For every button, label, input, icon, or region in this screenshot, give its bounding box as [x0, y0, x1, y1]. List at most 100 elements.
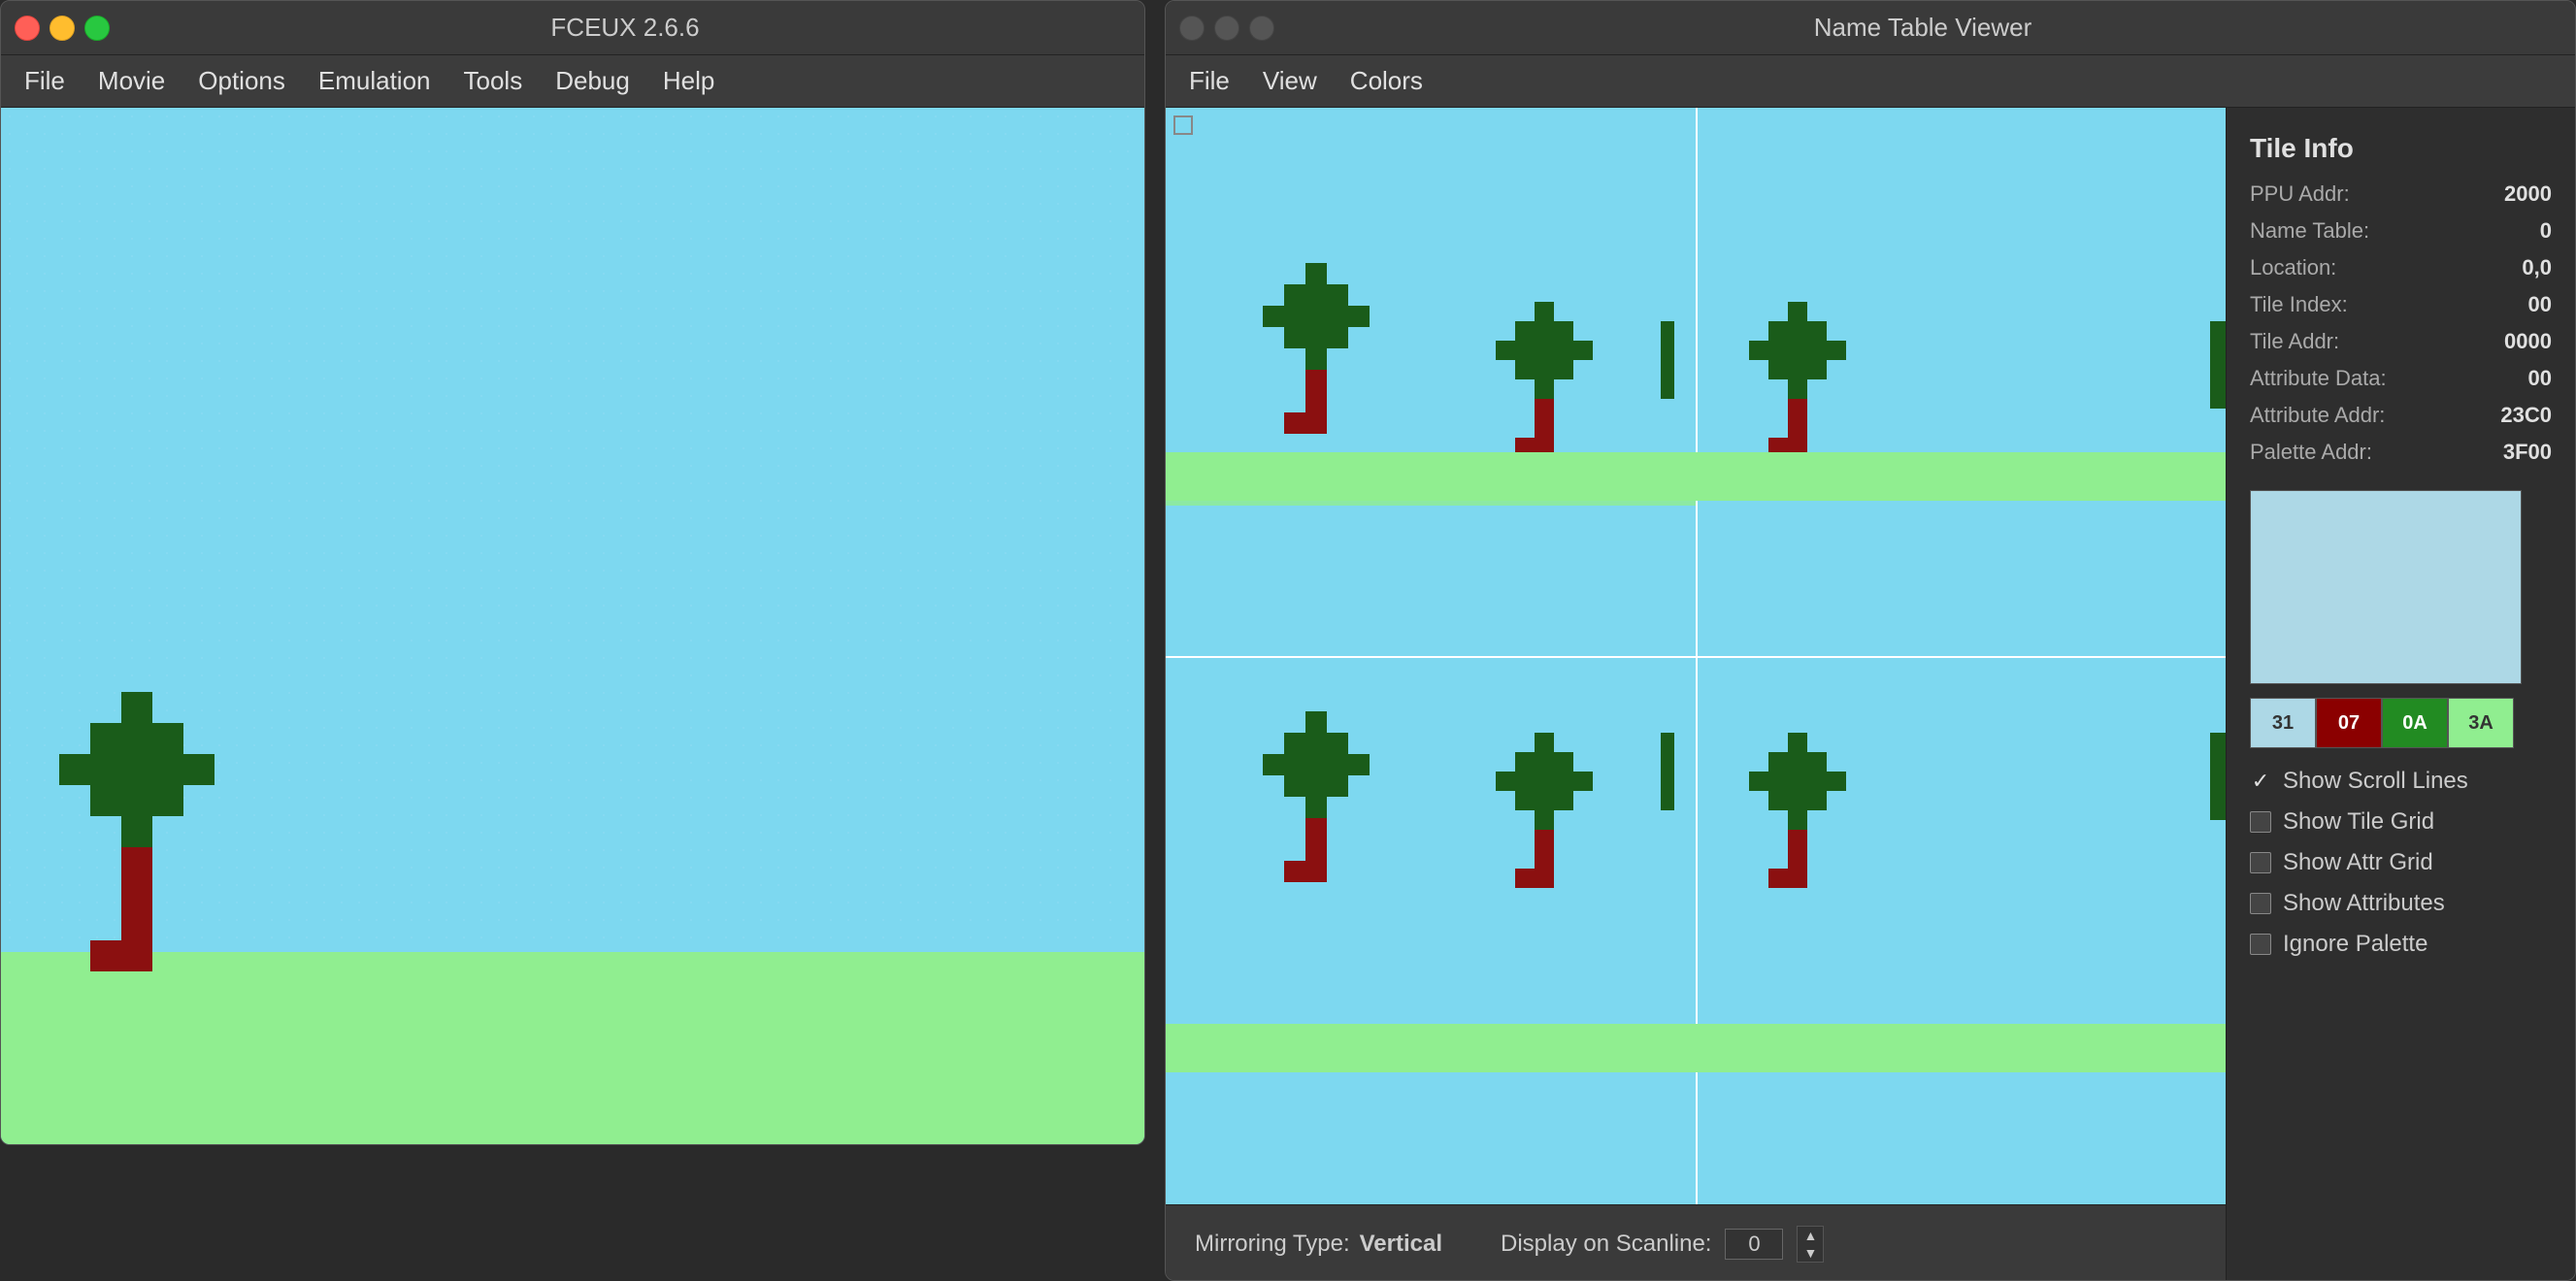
scanline-down[interactable]: ▼ — [1798, 1244, 1823, 1262]
tile-addr-row: Tile Addr: 0000 — [2250, 329, 2552, 354]
tile-addr-label: Tile Addr: — [2250, 329, 2339, 354]
nt-status-bar: Mirroring Type: Vertical Display on Scan… — [1166, 1204, 2226, 1281]
ground-strip-q3 — [1166, 1024, 1696, 1072]
mirroring-value: Vertical — [1360, 1231, 1442, 1258]
ground-strip-q1 — [1166, 452, 1696, 501]
scanline-spinner[interactable]: ▲ ▼ — [1797, 1226, 1824, 1263]
checkbox-show-attr-grid[interactable]: Show Attr Grid — [2250, 849, 2552, 876]
tile-info-title: Tile Info — [2250, 133, 2552, 164]
palette-swatches: 31 07 0A 3A — [2250, 698, 2552, 748]
cb-label-scroll-lines: Show Scroll Lines — [2283, 768, 2468, 795]
fceux-title-bar: FCEUX 2.6.6 — [1, 1, 1144, 55]
nt-horizontal-divider — [1166, 656, 2226, 658]
checkbox-ignore-palette[interactable]: Ignore Palette — [2250, 931, 2552, 958]
tree-q3-left — [1263, 711, 1370, 882]
maximize-button[interactable] — [84, 16, 110, 41]
cb-label-ignore-palette: Ignore Palette — [2283, 931, 2427, 958]
ground-strip-q2 — [1696, 452, 2226, 501]
attr-addr-label: Attribute Addr: — [2250, 403, 2385, 428]
nt-content: Mirroring Type: Vertical Display on Scan… — [1166, 108, 2575, 1281]
palette-addr-label: Palette Addr: — [2250, 440, 2372, 465]
tree-edge-q3 — [1661, 733, 1674, 810]
cb-label-attr-grid: Show Attr Grid — [2283, 849, 2433, 876]
check-icon-ignore-palette — [2250, 934, 2271, 955]
fceux-menu-bar: File Movie Options Emulation Tools Debug… — [1, 55, 1144, 108]
cb-label-attributes: Show Attributes — [2283, 890, 2445, 917]
nt-canvas-area: Mirroring Type: Vertical Display on Scan… — [1166, 108, 2226, 1281]
fceux-title: FCEUX 2.6.6 — [119, 13, 1131, 43]
nt-corner-marker — [1173, 115, 1193, 135]
location-value: 0,0 — [2522, 255, 2552, 280]
menu-movie[interactable]: Movie — [84, 60, 179, 102]
palette-addr-row: Palette Addr: 3F00 — [2250, 440, 2552, 465]
game-viewport — [1, 108, 1145, 1145]
mirroring-label: Mirroring Type: — [1195, 1231, 1350, 1258]
check-icon-attr-grid — [2250, 852, 2271, 873]
scanline-up[interactable]: ▲ — [1798, 1227, 1823, 1244]
nt-menu-view[interactable]: View — [1249, 60, 1331, 102]
attr-addr-value: 23C0 — [2500, 403, 2552, 428]
nt-canvas[interactable] — [1166, 108, 2226, 1204]
check-icon-scroll-lines: ✓ — [2250, 771, 2271, 792]
tile-index-value: 00 — [2528, 292, 2552, 317]
menu-tools[interactable]: Tools — [450, 60, 537, 102]
checkbox-show-attributes[interactable]: Show Attributes — [2250, 890, 2552, 917]
tile-addr-value: 0000 — [2504, 329, 2552, 354]
palette-preview — [2250, 490, 2522, 684]
scanline-label: Display on Scanline: — [1501, 1231, 1711, 1258]
scanline-input[interactable] — [1725, 1229, 1783, 1260]
check-icon-attributes — [2250, 893, 2271, 914]
ppu-addr-value: 2000 — [2504, 181, 2552, 207]
swatch-3[interactable]: 3A — [2448, 698, 2514, 748]
attr-data-value: 00 — [2528, 366, 2552, 391]
tile-index-label: Tile Index: — [2250, 292, 2348, 317]
main-tree — [59, 692, 215, 971]
name-table-value: 0 — [2540, 218, 2552, 244]
nt-minimize-button — [1214, 16, 1239, 41]
checkbox-show-tile-grid[interactable]: Show Tile Grid — [2250, 808, 2552, 836]
nt-menu-file[interactable]: File — [1175, 60, 1243, 102]
check-icon-tile-grid — [2250, 811, 2271, 833]
swatch-1[interactable]: 07 — [2316, 698, 2382, 748]
location-row: Location: 0,0 — [2250, 255, 2552, 280]
minimize-button[interactable] — [50, 16, 75, 41]
close-button[interactable] — [15, 16, 40, 41]
cb-label-tile-grid: Show Tile Grid — [2283, 808, 2434, 836]
attr-addr-row: Attribute Addr: 23C0 — [2250, 403, 2552, 428]
attr-data-label: Attribute Data: — [2250, 366, 2387, 391]
fceux-window: FCEUX 2.6.6 File Movie Options Emulation… — [0, 0, 1145, 1145]
tree-edge-q2 — [2210, 321, 2226, 409]
nt-menu-bar: File View Colors — [1166, 55, 2575, 108]
menu-help[interactable]: Help — [649, 60, 728, 102]
nt-close-button — [1179, 16, 1205, 41]
name-table-label: Name Table: — [2250, 218, 2369, 244]
tree-q2-left — [1749, 302, 1846, 457]
tree-q1-left — [1263, 263, 1370, 434]
attr-data-row: Attribute Data: 00 — [2250, 366, 2552, 391]
location-label: Location: — [2250, 255, 2336, 280]
tile-index-row: Tile Index: 00 — [2250, 292, 2552, 317]
ppu-addr-label: PPU Addr: — [2250, 181, 2350, 207]
menu-file[interactable]: File — [11, 60, 79, 102]
name-table-row: Name Table: 0 — [2250, 218, 2552, 244]
nt-maximize-button — [1249, 16, 1274, 41]
scanline-status: Display on Scanline: ▲ ▼ — [1501, 1226, 1824, 1263]
tree-edge-q4 — [2210, 733, 2226, 820]
swatch-2[interactable]: 0A — [2382, 698, 2448, 748]
checkbox-show-scroll-lines[interactable]: ✓ Show Scroll Lines — [2250, 768, 2552, 795]
info-panel: Tile Info PPU Addr: 2000 Name Table: 0 L… — [2226, 108, 2575, 1281]
ppu-addr-row: PPU Addr: 2000 — [2250, 181, 2552, 207]
tree-edge-q1 — [1661, 321, 1674, 399]
nt-title-bar: Name Table Viewer — [1166, 1, 2575, 55]
nametable-window: Name Table Viewer File View Colors — [1165, 0, 2576, 1281]
menu-debug[interactable]: Debug — [542, 60, 644, 102]
nt-title: Name Table Viewer — [1284, 13, 2561, 43]
nt-menu-colors[interactable]: Colors — [1337, 60, 1437, 102]
swatch-0[interactable]: 31 — [2250, 698, 2316, 748]
mirroring-status: Mirroring Type: Vertical — [1195, 1231, 1442, 1258]
menu-emulation[interactable]: Emulation — [305, 60, 445, 102]
ground — [1, 952, 1145, 1145]
menu-options[interactable]: Options — [184, 60, 299, 102]
tree-q4-left — [1749, 733, 1846, 888]
tree-q1-right — [1496, 302, 1593, 457]
